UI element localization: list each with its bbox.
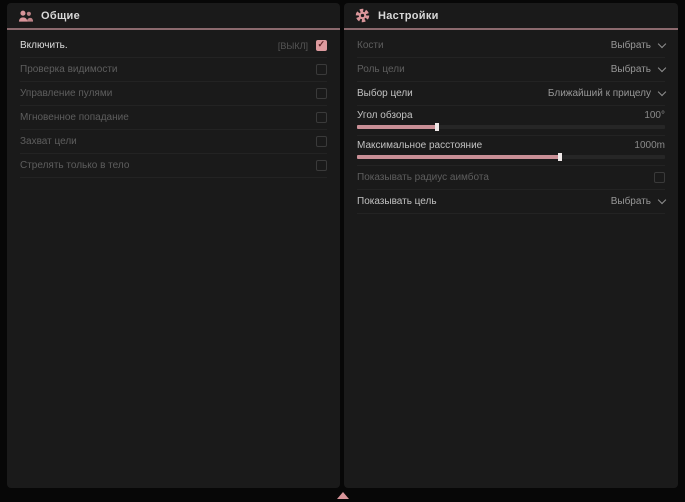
row-body-only: Стрелять только в тело xyxy=(20,154,327,178)
target-selection-dropdown[interactable]: Ближайший к прицелу xyxy=(548,88,665,99)
row-bones: Кости Выбрать xyxy=(357,34,665,58)
target-selection-dropdown-value: Ближайший к прицелу xyxy=(548,88,651,99)
max-distance-slider[interactable] xyxy=(357,155,665,159)
scroll-up-icon[interactable] xyxy=(337,492,349,499)
show-aimbot-radius-label: Показывать радиус аимбота xyxy=(357,172,489,183)
show-target-dropdown-value: Выбрать xyxy=(611,196,651,207)
row-fov: Угол обзора 100° xyxy=(357,106,665,136)
settings-panel-title: Настройки xyxy=(378,10,439,22)
target-role-dropdown[interactable]: Выбрать xyxy=(611,64,665,75)
row-target-lock: Захват цели xyxy=(20,130,327,154)
settings-panel-body: Кости Выбрать Роль цели Выбрать Выбор це… xyxy=(344,30,678,214)
settings-panel-header: Настройки xyxy=(344,3,678,30)
body-only-checkbox[interactable] xyxy=(316,160,327,171)
body-only-label: Стрелять только в тело xyxy=(20,160,129,171)
general-panel: Общие Включить. [ВЫКЛ] Проверка видимост… xyxy=(7,3,340,488)
general-panel-body: Включить. [ВЫКЛ] Проверка видимости Упра… xyxy=(7,30,340,178)
row-show-aimbot-radius: Показывать радиус аимбота xyxy=(357,166,665,190)
target-role-label: Роль цели xyxy=(357,64,405,75)
row-target-role: Роль цели Выбрать xyxy=(357,58,665,82)
fov-slider-handle[interactable] xyxy=(435,123,439,131)
bullet-control-checkbox[interactable] xyxy=(316,88,327,99)
enable-checkbox[interactable] xyxy=(316,40,327,51)
fov-slider-fill xyxy=(357,125,437,129)
row-bullet-control: Управление пулями xyxy=(20,82,327,106)
visibility-check-label: Проверка видимости xyxy=(20,64,118,75)
users-icon xyxy=(18,9,33,23)
row-instant-hit: Мгновенное попадание xyxy=(20,106,327,130)
row-enable: Включить. [ВЫКЛ] xyxy=(20,34,327,58)
target-selection-label: Выбор цели xyxy=(357,88,413,99)
max-distance-slider-fill xyxy=(357,155,560,159)
gear-icon xyxy=(355,8,370,23)
max-distance-slider-handle[interactable] xyxy=(558,153,562,161)
instant-hit-label: Мгновенное попадание xyxy=(20,112,129,123)
chevron-down-icon xyxy=(658,63,666,71)
row-visibility-check: Проверка видимости xyxy=(20,58,327,82)
bones-dropdown[interactable]: Выбрать xyxy=(611,40,665,51)
settings-panel: Настройки Кости Выбрать Роль цели Выбрат… xyxy=(344,3,678,488)
chevron-down-icon xyxy=(658,195,666,203)
enable-label: Включить. xyxy=(20,40,68,51)
max-distance-label: Максимальное расстояние xyxy=(357,140,482,151)
target-lock-label: Захват цели xyxy=(20,136,77,147)
show-aimbot-radius-checkbox[interactable] xyxy=(654,172,665,183)
visibility-check-checkbox[interactable] xyxy=(316,64,327,75)
chevron-down-icon xyxy=(658,39,666,47)
show-target-label: Показывать цель xyxy=(357,196,437,207)
show-target-dropdown[interactable]: Выбрать xyxy=(611,196,665,207)
fov-value: 100° xyxy=(644,110,665,121)
instant-hit-checkbox[interactable] xyxy=(316,112,327,123)
max-distance-value: 1000m xyxy=(634,140,665,151)
row-target-selection: Выбор цели Ближайший к прицелу xyxy=(357,82,665,106)
enable-keybind-badge: [ВЫКЛ] xyxy=(278,41,308,51)
bones-label: Кости xyxy=(357,40,384,51)
target-lock-checkbox[interactable] xyxy=(316,136,327,147)
row-max-distance: Максимальное расстояние 1000m xyxy=(357,136,665,166)
bullet-control-label: Управление пулями xyxy=(20,88,112,99)
chevron-down-icon xyxy=(658,87,666,95)
general-panel-header: Общие xyxy=(7,3,340,30)
target-role-dropdown-value: Выбрать xyxy=(611,64,651,75)
fov-label: Угол обзора xyxy=(357,110,413,121)
bones-dropdown-value: Выбрать xyxy=(611,40,651,51)
row-show-target: Показывать цель Выбрать xyxy=(357,190,665,214)
fov-slider[interactable] xyxy=(357,125,665,129)
general-panel-title: Общие xyxy=(41,10,80,22)
